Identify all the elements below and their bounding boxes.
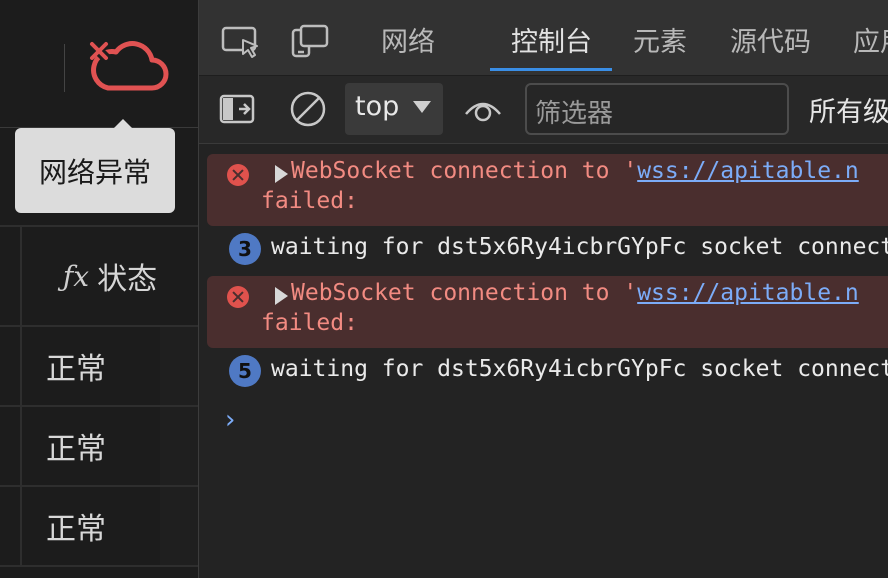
log-levels-dropdown[interactable]: 所有级别 <box>809 90 888 129</box>
status-header-label: 状态 <box>97 262 158 297</box>
expand-triangle-icon[interactable] <box>275 165 288 183</box>
app-panel: 网络异常 ƒx 状态 正常 正常 正常 <box>0 0 198 578</box>
filter-input[interactable]: 筛选器 <box>525 83 789 135</box>
console-output: WebSocket connection to 'wss://apitable.… <box>199 145 888 578</box>
grid-line <box>0 565 198 567</box>
log-text: waiting for dst5x6Ry4icbrGYpFc socket co… <box>271 356 888 382</box>
status-column-header[interactable]: ƒx 状态 <box>22 227 198 325</box>
devtools-panel: 网络 控制台 元素 源代码 应用 top 筛选器 所有级别 <box>198 0 888 578</box>
tab-elements[interactable]: 元素 <box>633 20 687 62</box>
error-icon <box>227 164 249 186</box>
console-log-message: 3 waiting for dst5x6Ry4icbrGYpFc socket … <box>199 222 888 276</box>
tab-network[interactable]: 网络 <box>381 20 435 62</box>
error-link[interactable]: wss://apitable.n <box>637 280 859 306</box>
repeat-count-badge: 5 <box>229 355 261 387</box>
context-selector[interactable]: top <box>345 83 443 135</box>
eye-icon[interactable] <box>463 96 503 124</box>
console-log-message: 5 waiting for dst5x6Ry4icbrGYpFc socket … <box>199 344 888 398</box>
tab-sources[interactable]: 源代码 <box>730 20 811 62</box>
cell-shadow <box>160 327 198 405</box>
active-tab-indicator <box>490 68 612 71</box>
repeat-count-badge: 3 <box>229 233 261 265</box>
error-text-continued: failed: <box>261 310 358 336</box>
expand-triangle-icon[interactable] <box>275 287 288 305</box>
console-toolbar: top 筛选器 所有级别 <box>199 76 888 144</box>
error-text: WebSocket connection to 'wss://apitable.… <box>291 280 859 306</box>
clear-console-icon[interactable] <box>289 90 327 128</box>
devtools-tabbar: 网络 控制台 元素 源代码 应用 <box>199 0 888 76</box>
tab-application[interactable]: 应用 <box>853 20 888 62</box>
tab-console[interactable]: 控制台 <box>511 20 592 62</box>
error-link[interactable]: wss://apitable.n <box>637 158 859 184</box>
error-icon <box>227 286 249 308</box>
app-topbar <box>0 0 198 128</box>
console-error-message[interactable]: WebSocket connection to 'wss://apitable.… <box>207 276 888 348</box>
device-toolbar-icon[interactable] <box>291 24 331 60</box>
cell-shadow <box>160 487 198 565</box>
sidebar-toggle-icon[interactable] <box>219 92 257 126</box>
cell-shadow <box>160 407 198 485</box>
context-value: top <box>355 91 400 122</box>
network-error-tooltip: 网络异常 <box>15 128 175 213</box>
chevron-down-icon <box>413 101 431 113</box>
status-cell[interactable]: 正常 <box>22 327 162 405</box>
cloud-offline-icon[interactable] <box>86 38 172 98</box>
status-cell[interactable]: 正常 <box>22 407 162 485</box>
console-prompt[interactable]: › <box>225 405 235 435</box>
error-text: WebSocket connection to 'wss://apitable.… <box>291 158 859 184</box>
console-error-message[interactable]: WebSocket connection to 'wss://apitable.… <box>207 154 888 226</box>
status-cell[interactable]: 正常 <box>22 487 162 565</box>
topbar-divider <box>64 44 65 92</box>
fx-icon: ƒx <box>62 259 90 293</box>
error-text-continued: failed: <box>261 188 358 214</box>
log-text: waiting for dst5x6Ry4icbrGYpFc socket co… <box>271 234 888 260</box>
inspect-element-icon[interactable] <box>221 24 261 60</box>
